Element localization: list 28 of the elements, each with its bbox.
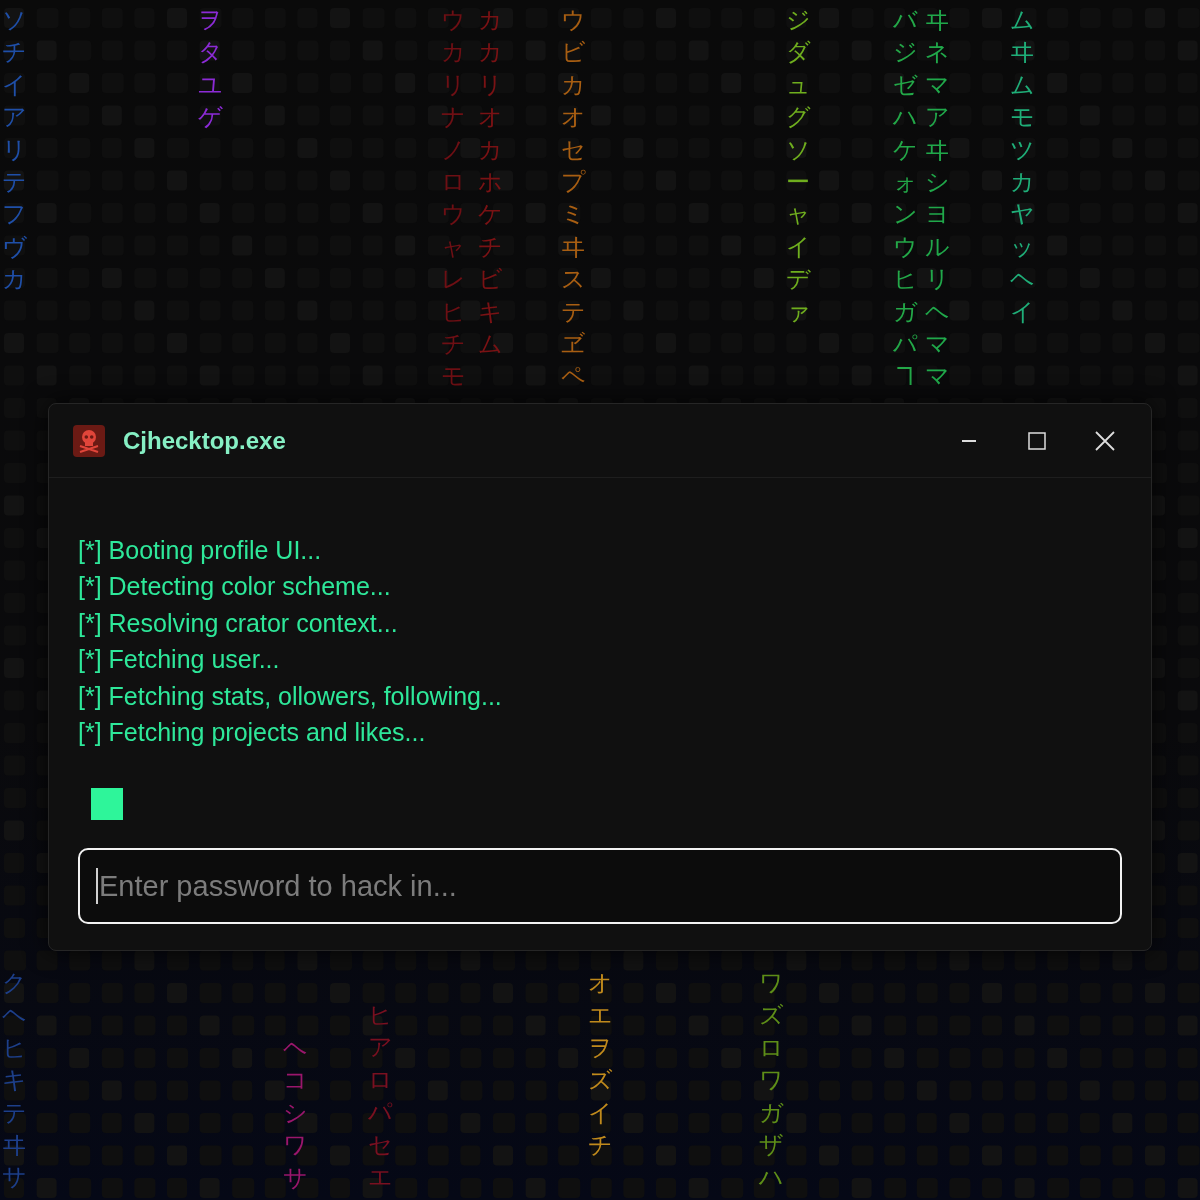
text-cursor-icon: [96, 868, 98, 905]
katakana-column: ジダュグソーャイデァ: [786, 4, 810, 329]
katakana-column: ムヰムモツカヤッヘイ: [1010, 4, 1034, 329]
window-title: Cjhecktop.exe: [123, 426, 287, 455]
minimize-icon: [962, 439, 976, 442]
katakana-column: ヲタユゲ: [198, 4, 222, 134]
katakana-column: ヰネマアヰシヨルリヘママ: [925, 4, 949, 393]
katakana-column: ウカリナノロウャレヒチモ: [441, 4, 465, 393]
katakana-column: ワズロワガザハ: [759, 967, 783, 1194]
log-line: [*] Resolving crator context...: [78, 607, 399, 639]
block-cursor-icon: [91, 788, 123, 821]
katakana-column: ヒアロパセエ: [368, 999, 392, 1194]
katakana-column: バジゼハケォンウヒガパヿ: [893, 4, 917, 393]
katakana-column: カカリオカホケチビキム: [478, 4, 502, 361]
katakana-column: オエヲズイチ: [588, 967, 612, 1162]
log-line: [*] Fetching stats, ollowers, following...: [78, 680, 503, 712]
katakana-column: ソチイアリテフヴカ: [2, 4, 26, 296]
log-line: [*] Booting profile UI...: [78, 535, 323, 566]
log-line: [*] Fetching user...: [78, 644, 281, 676]
password-field[interactable]: Enter password to hack in...: [78, 848, 1122, 925]
log-line: [*] Fetching projects and likes...: [78, 717, 427, 749]
maximize-icon: [1028, 431, 1046, 450]
close-icon: [1095, 430, 1115, 451]
katakana-column: ヘコシワサ: [283, 1032, 307, 1195]
skull-icon: [73, 424, 105, 457]
katakana-column: クヘヒキテヰサ: [2, 967, 26, 1194]
log-line: [*] Detecting color scheme...: [78, 571, 392, 603]
katakana-column: ウビカオセプミヰステヹペ: [561, 4, 585, 393]
